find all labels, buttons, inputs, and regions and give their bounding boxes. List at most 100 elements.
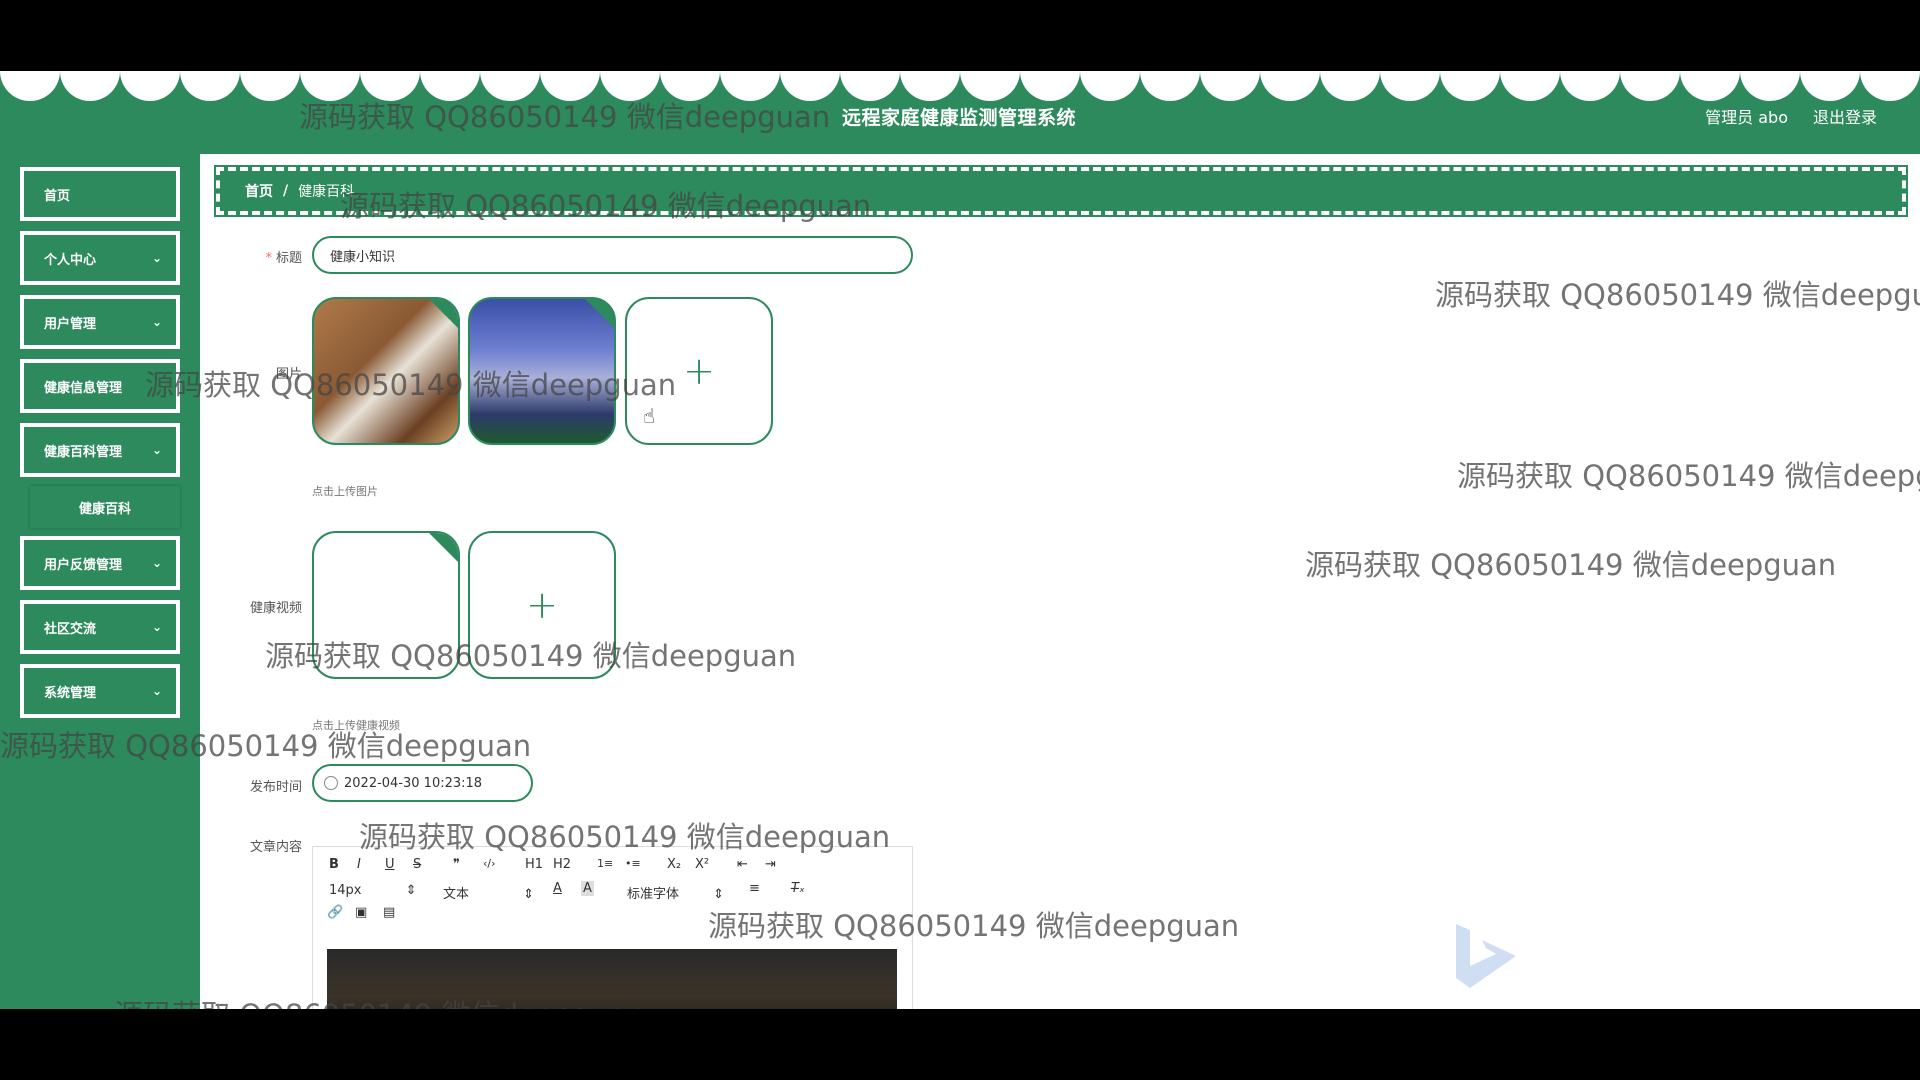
scallop-shape [960,71,1020,101]
required-mark: * [265,251,272,266]
hand-cursor-icon: ☝ [643,404,656,428]
uploaded-image-2[interactable] [468,297,616,445]
font-color-icon[interactable]: A [553,881,562,896]
scallop-shape [180,71,240,101]
top-header: 远程家庭健康监测管理系统 管理员 abo 退出登录 [0,71,1920,154]
uploaded-image-1[interactable] [312,297,460,445]
outdent-button[interactable]: ⇤ [737,857,748,872]
scallop-shape [1680,71,1740,101]
scallop-shape [1800,71,1860,101]
watermark-text: 源码获取 QQ86050149 微信deepguan [1305,548,1837,582]
scallop-shape [1740,71,1800,101]
scallop-shape [840,71,900,101]
scallop-shape [420,71,480,101]
sidebar-item-label: 个人中心 [44,252,97,268]
clock-icon [324,776,338,790]
font-family-value: 标准字体 [627,887,680,902]
scallop-shape [60,71,120,101]
scallop-shape [1500,71,1560,101]
title-label-text: 标题 [275,251,302,266]
video-icon[interactable]: ▤ [383,905,395,920]
image-upload-tip: 点击上传图片 [312,485,378,498]
scallop-shape [120,71,180,101]
bing-logo-icon [1456,924,1516,988]
upload-success-icon [583,299,614,330]
upload-success-icon [427,299,458,330]
editor-toolbar: B I U S ❞ ‹/› H1 H2 1≡ •≡ X₂ X² ⇤ ⇥ 14px… [313,847,912,927]
publish-date-value: 2022-04-30 10:23:18 [344,775,483,791]
scallop-shape [480,71,540,101]
scallop-shape [1560,71,1620,101]
title-input[interactable]: 健康小知识 [312,236,913,274]
align-icon[interactable]: ≡ [749,881,760,896]
bullet-list-button[interactable]: •≡ [625,857,641,870]
video-upload-tip: 点击上传健康视频 [312,719,400,732]
sidebar-item-label: 首页 [44,188,71,204]
h1-button[interactable]: H1 [525,857,543,872]
bold-button[interactable]: B [329,857,339,872]
sidebar-item-label: 健康信息管理 [44,380,123,396]
breadcrumb: 首页 / 健康百科 [214,165,1908,217]
breadcrumb-current: 健康百科 [298,184,355,200]
sidebar-item-health-wiki-management[interactable]: 健康百科管理 ⌄ [20,423,180,477]
scallop-shape [0,71,60,101]
clear-format-icon[interactable]: T̶ₓ [791,881,805,896]
scallop-shape [360,71,420,101]
chevron-down-icon: ⌄ [151,684,162,698]
editor-content-image [327,949,897,1009]
underline-button[interactable]: U [385,857,395,872]
scallop-shape [1440,71,1500,101]
scallop-shape [300,71,360,101]
background-color-icon[interactable]: A [581,881,594,896]
video-upload-button[interactable]: + [468,531,616,679]
logout-button[interactable]: 退出登录 [1813,104,1877,128]
ordered-list-button[interactable]: 1≡ [597,857,613,870]
current-user: 管理员 abo [1705,108,1788,127]
sidebar-item-community[interactable]: 社区交流 ⌄ [20,600,180,654]
scallop-shape [1380,71,1440,101]
indent-button[interactable]: ⇥ [765,857,776,872]
uploaded-video[interactable] [312,531,460,679]
sidebar-item-health-info[interactable]: 健康信息管理 [20,359,180,413]
chevron-down-icon: ⌄ [151,315,162,329]
sidebar-item-label: 健康百科管理 [44,444,123,460]
rich-text-editor[interactable]: B I U S ❞ ‹/› H1 H2 1≡ •≡ X₂ X² ⇤ ⇥ 14px… [312,846,913,1009]
sidebar-item-system[interactable]: 系统管理 ⌄ [20,664,180,718]
breadcrumb-separator: / [283,183,289,199]
sidebar-item-personal-center[interactable]: 个人中心 ⌄ [20,231,180,285]
font-family-select[interactable]: 标准字体 ⇕ [627,883,724,902]
chevron-down-icon: ⌄ [151,620,162,634]
sidebar-subitem-health-wiki[interactable]: 健康百科 [30,486,180,528]
sidebar-item-user-management[interactable]: 用户管理 ⌄ [20,295,180,349]
italic-button[interactable]: I [357,857,361,872]
breadcrumb-home[interactable]: 首页 [245,181,273,201]
image-icon[interactable]: ▣ [355,905,367,920]
subscript-button[interactable]: X₂ [667,857,681,872]
video-label: 健康视频 [249,601,302,616]
strike-button[interactable]: S [413,857,421,872]
scallop-shape [1320,71,1380,101]
scallop-shape [1140,71,1200,101]
scallop-shape [600,71,660,101]
link-icon[interactable]: 🔗 [327,905,343,920]
block-type-select[interactable]: 文本 ⇕ [443,883,534,902]
scallop-shape [1260,71,1320,101]
block-type-value: 文本 [443,887,470,902]
superscript-button[interactable]: X² [695,857,709,872]
content-label: 文章内容 [249,840,302,855]
sidebar-item-label: 系统管理 [44,685,97,701]
publish-date-picker[interactable]: 2022-04-30 10:23:18 [312,764,533,802]
scallop-shape [900,71,960,101]
font-size-select[interactable]: 14px ⇕ [329,883,417,898]
scallop-shape [1080,71,1140,101]
header-scallop-border [0,71,1920,103]
sidebar-item-home[interactable]: 首页 [20,167,180,221]
chevron-down-icon: ⌄ [151,556,162,570]
sidebar-item-feedback[interactable]: 用户反馈管理 ⌄ [20,536,180,590]
image-label: 图片 [275,367,302,382]
h2-button[interactable]: H2 [553,857,571,872]
code-button[interactable]: ‹/› [483,857,496,870]
blockquote-button[interactable]: ❞ [453,857,460,872]
scallop-shape [1620,71,1680,101]
title-label: * 标题 [212,247,302,266]
